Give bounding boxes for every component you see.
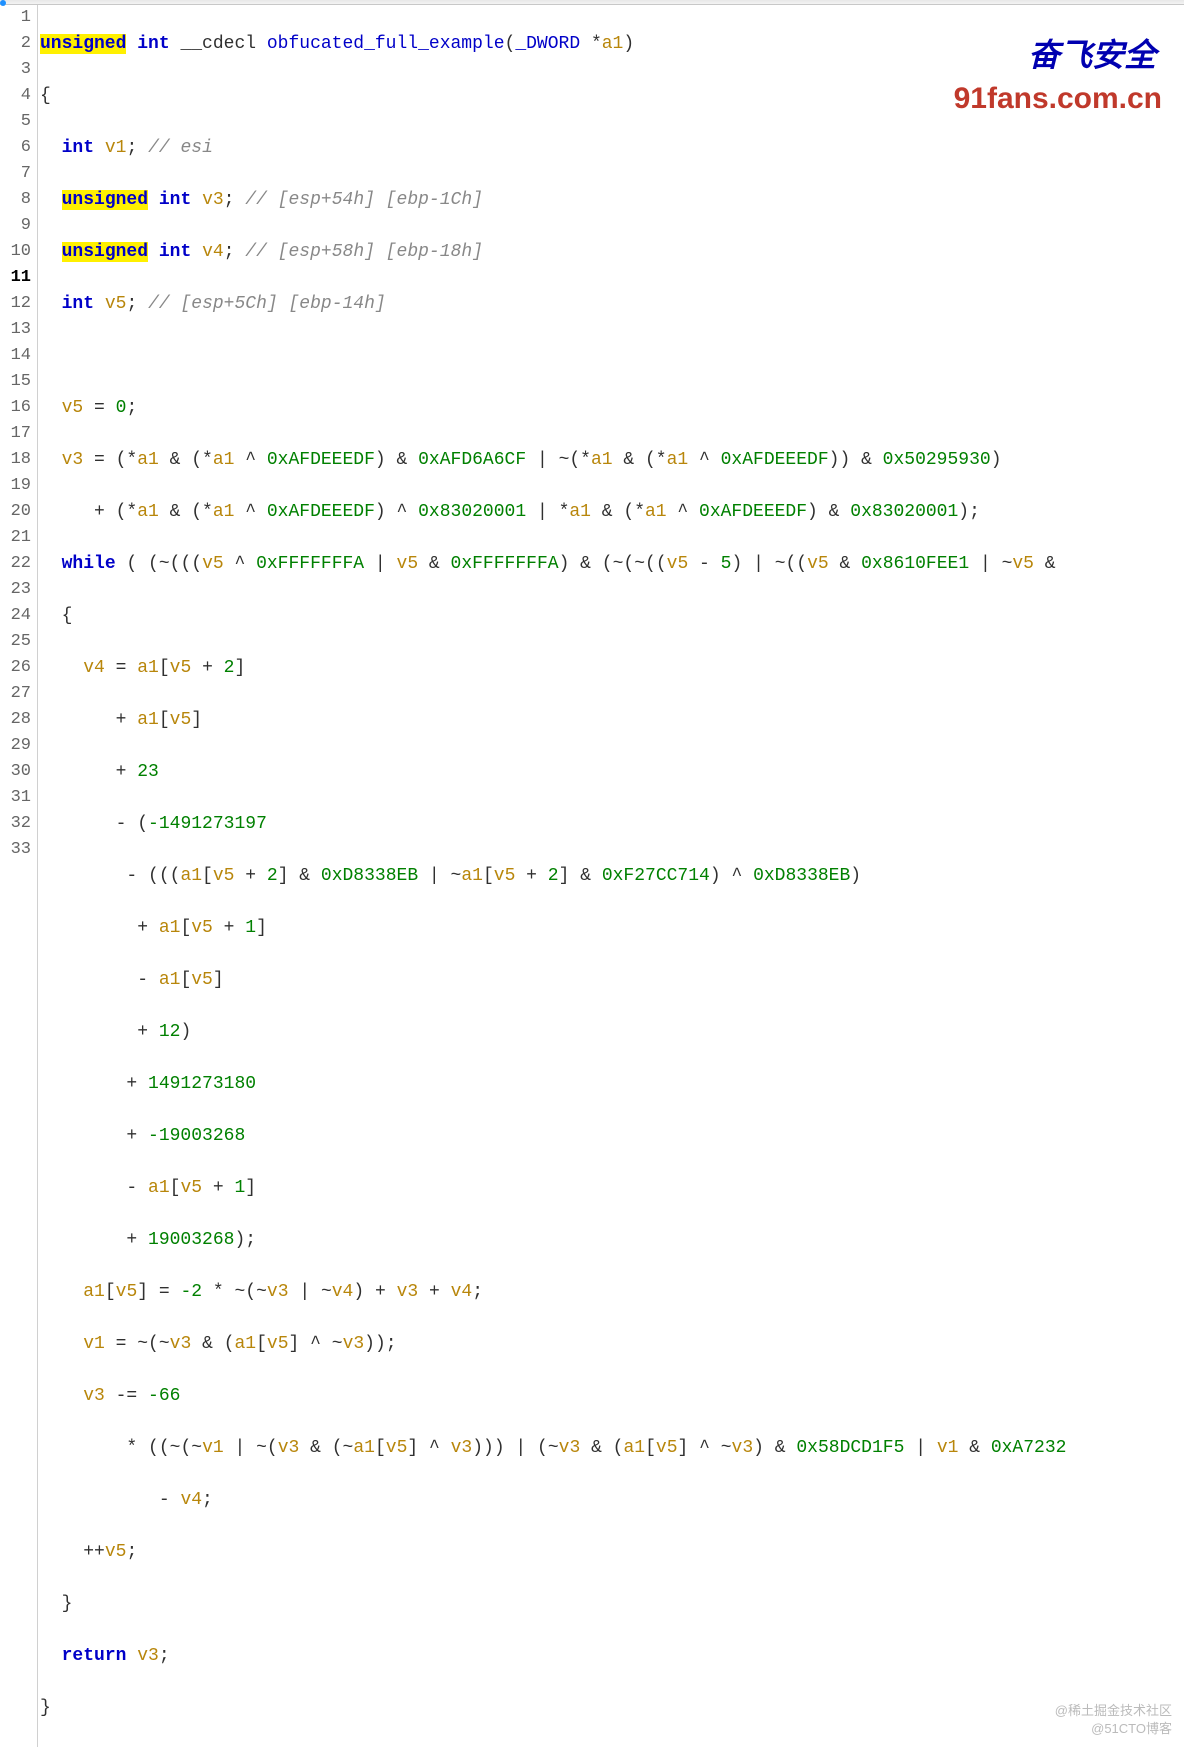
code-editor[interactable]: 1234567891011121314151617181920212223242… xyxy=(0,5,1184,1747)
code-line[interactable]: + 19003268); xyxy=(40,1227,1184,1253)
code-line[interactable]: * ((~(~v1 | ~(v3 & (~a1[v5] ^ v3))) | (~… xyxy=(40,1435,1184,1461)
code-line[interactable]: - (((a1[v5 + 2] & 0xD8338EB | ~a1[v5 + 2… xyxy=(40,863,1184,889)
code-line[interactable]: } xyxy=(40,1695,1184,1721)
code-line[interactable]: unsigned int v3; // [esp+54h] [ebp-1Ch] xyxy=(40,187,1184,213)
code-line[interactable]: while ( (~(((v5 ^ 0xFFFFFFFA | v5 & 0xFF… xyxy=(40,551,1184,577)
code-line[interactable]: - v4; xyxy=(40,1487,1184,1513)
code-line[interactable]: + a1[v5] xyxy=(40,707,1184,733)
code-line[interactable]: int v1; // esi xyxy=(40,135,1184,161)
code-line[interactable]: v5 = 0; xyxy=(40,395,1184,421)
code-line[interactable]: v4 = a1[v5 + 2] xyxy=(40,655,1184,681)
code-line[interactable]: + 1491273180 xyxy=(40,1071,1184,1097)
code-line[interactable]: + 12) xyxy=(40,1019,1184,1045)
code-line[interactable]: + a1[v5 + 1] xyxy=(40,915,1184,941)
code-line[interactable]: return v3; xyxy=(40,1643,1184,1669)
watermark-url: 91fans.com.cn xyxy=(954,82,1162,116)
watermark-cn: 奋飞安全 xyxy=(1028,30,1156,76)
watermark-juejin: @稀土掘金技术社区 xyxy=(1055,1700,1172,1719)
code-line[interactable]: unsigned int v4; // [esp+58h] [ebp-18h] xyxy=(40,239,1184,265)
code-line[interactable]: + -19003268 xyxy=(40,1123,1184,1149)
breakpoint-dot[interactable] xyxy=(0,0,6,6)
watermark-51cto: @51CTO博客 xyxy=(1091,1718,1172,1737)
code-line[interactable]: a1[v5] = -2 * ~(~v3 | ~v4) + v3 + v4; xyxy=(40,1279,1184,1305)
code-line[interactable]: { xyxy=(40,603,1184,629)
code-line[interactable]: - a1[v5] xyxy=(40,967,1184,993)
code-line[interactable]: } xyxy=(40,1591,1184,1617)
code-area[interactable]: unsigned int __cdecl obfucated_full_exam… xyxy=(38,5,1184,1747)
code-line[interactable]: - a1[v5 + 1] xyxy=(40,1175,1184,1201)
code-line[interactable]: v3 -= -66 xyxy=(40,1383,1184,1409)
code-line[interactable]: + (*a1 & (*a1 ^ 0xAFDEEEDF) ^ 0x83020001… xyxy=(40,499,1184,525)
code-line[interactable]: int v5; // [esp+5Ch] [ebp-14h] xyxy=(40,291,1184,317)
code-line[interactable]: + 23 xyxy=(40,759,1184,785)
code-line[interactable] xyxy=(40,343,1184,369)
line-gutter: 1234567891011121314151617181920212223242… xyxy=(0,5,38,1747)
code-line[interactable]: v1 = ~(~v3 & (a1[v5] ^ ~v3)); xyxy=(40,1331,1184,1357)
code-line[interactable]: unsigned int __cdecl obfucated_full_exam… xyxy=(40,31,1184,57)
code-line[interactable]: v3 = (*a1 & (*a1 ^ 0xAFDEEEDF) & 0xAFD6A… xyxy=(40,447,1184,473)
code-line[interactable]: - (-1491273197 xyxy=(40,811,1184,837)
code-line[interactable]: ++v5; xyxy=(40,1539,1184,1565)
